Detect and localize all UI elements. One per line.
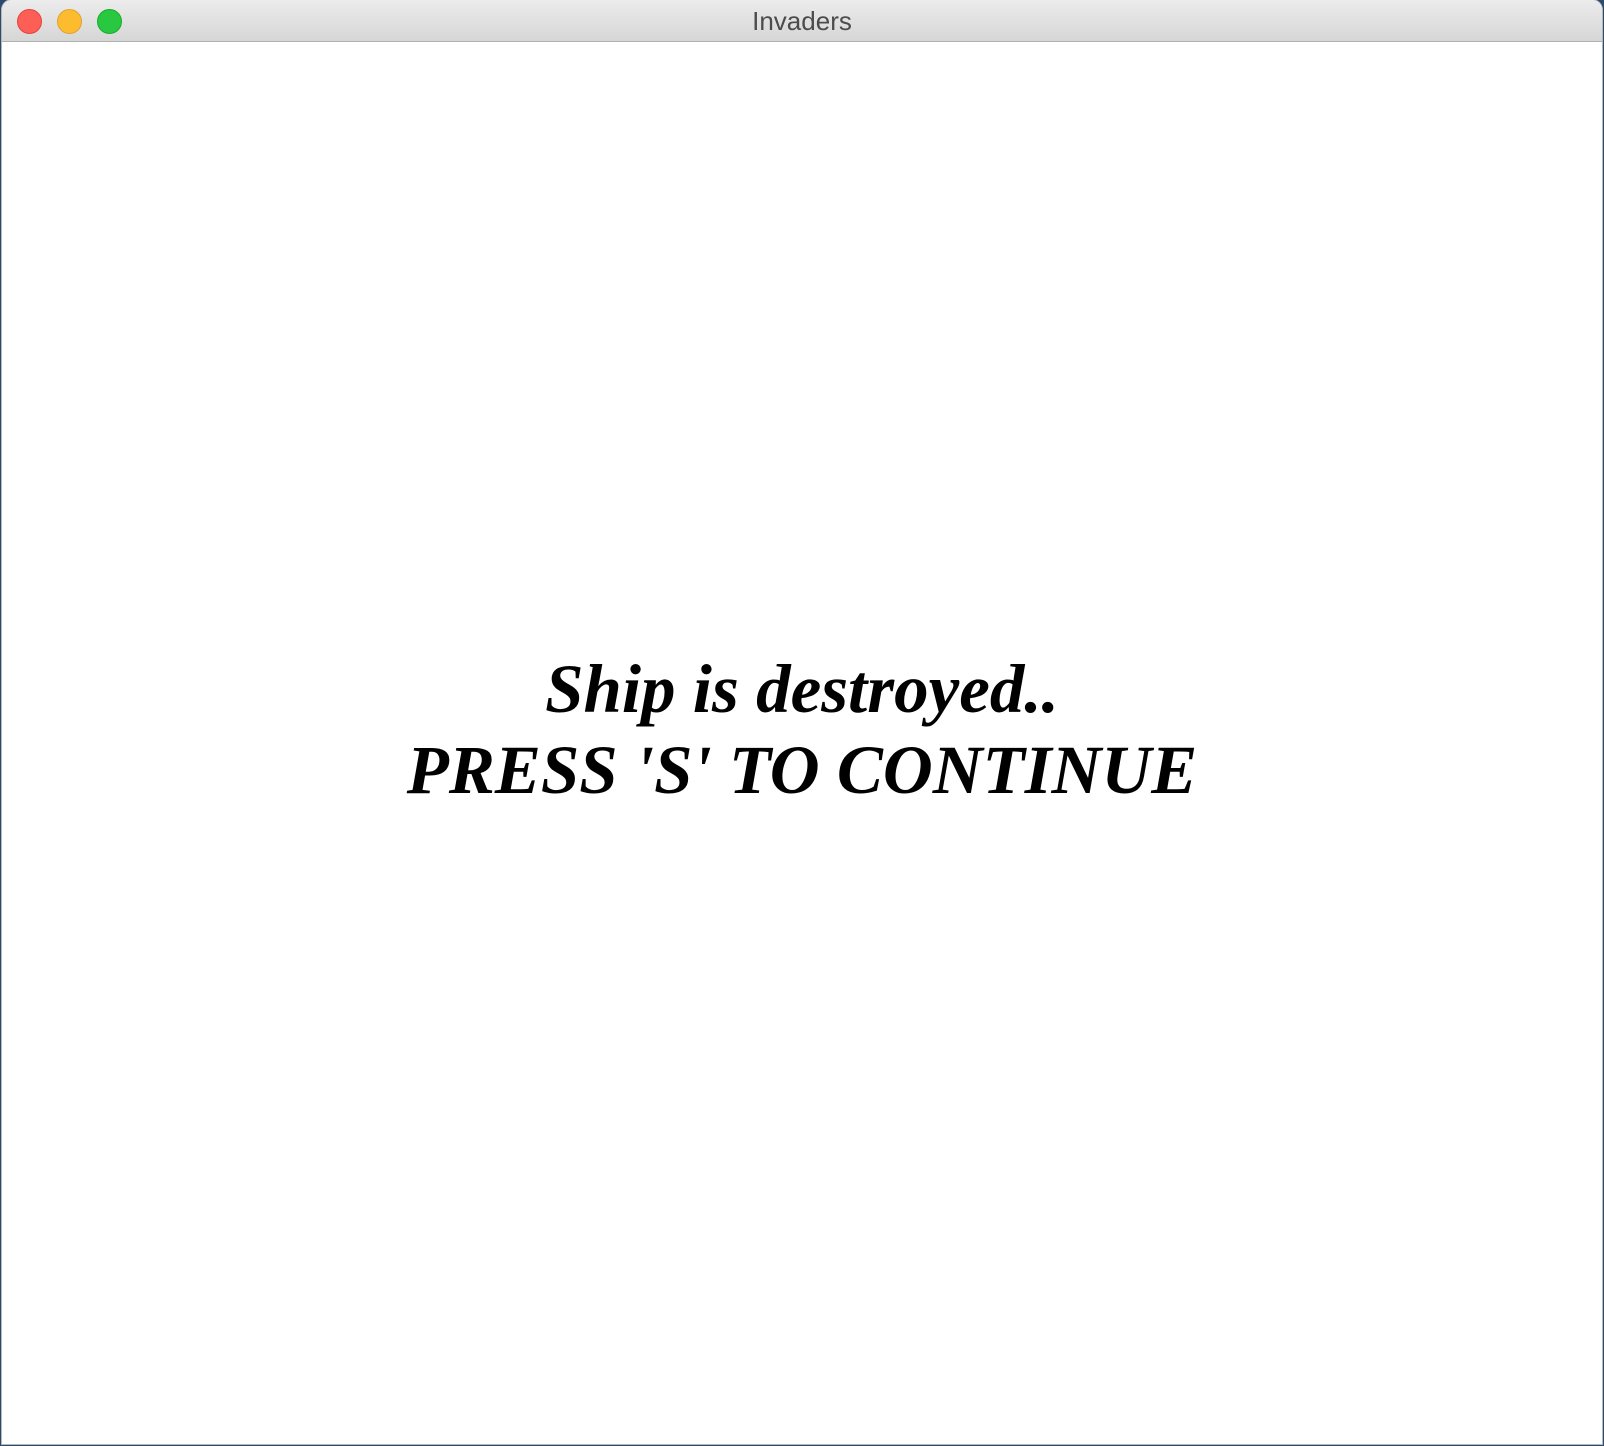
window-title: Invaders — [752, 6, 852, 36]
continue-prompt: PRESS 'S' TO CONTINUE — [406, 732, 1198, 808]
app-window: Invaders Ship is destroyed.. PRESS 'S' T… — [2, 0, 1602, 1444]
ship-destroyed-message: Ship is destroyed.. — [545, 651, 1059, 727]
title-bar[interactable]: Invaders — [2, 0, 1602, 42]
game-canvas[interactable]: Ship is destroyed.. PRESS 'S' TO CONTINU… — [2, 42, 1602, 1444]
